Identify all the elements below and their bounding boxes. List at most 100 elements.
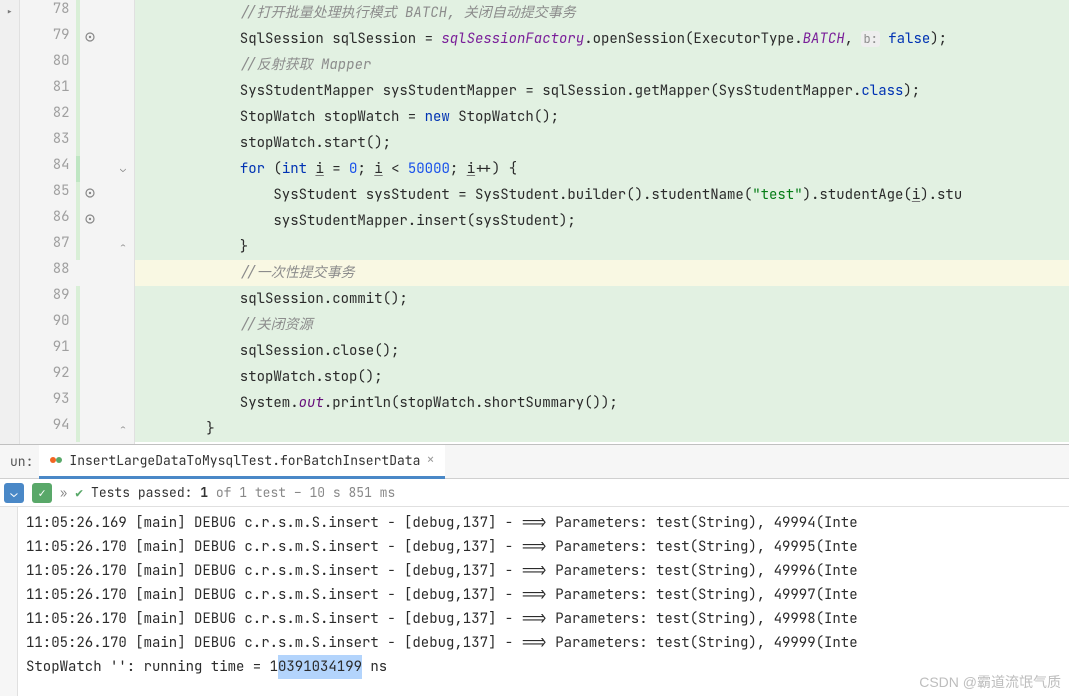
code-line[interactable]: stopWatch.stop();: [135, 364, 1069, 390]
code-line[interactable]: for (int i = 0; i < 50000; i++) {: [135, 156, 1069, 182]
code-line[interactable]: sqlSession.commit();: [135, 286, 1069, 312]
code-line[interactable]: StopWatch stopWatch = new StopWatch();: [135, 104, 1069, 130]
gutter-marks: [76, 338, 134, 364]
code-line[interactable]: }: [135, 416, 1069, 442]
gutter-line[interactable]: 91: [20, 338, 134, 364]
collapse-button[interactable]: ⌄: [4, 483, 24, 503]
code-line[interactable]: //打开批量处理执行模式 BATCH, 关闭自动提交事务: [135, 0, 1069, 26]
code-token: stopWatch.stop();: [139, 368, 383, 386]
line-number: 90: [20, 312, 76, 338]
console-output[interactable]: 11:05:26.169 [main] DEBUG c.r.s.m.S.inse…: [0, 507, 1069, 696]
run-label: un:: [4, 453, 39, 470]
console-text: StopWatch '': running time = 1: [26, 655, 278, 679]
run-tab[interactable]: InsertLargeDataToMysqlTest.forBatchInser…: [39, 445, 444, 479]
code-token: =: [324, 160, 349, 178]
gutter-line[interactable]: 85: [20, 182, 134, 208]
code-line[interactable]: System.out.println(stopWatch.shortSummar…: [135, 390, 1069, 416]
fold-open-icon[interactable]: ⌄: [120, 162, 132, 174]
gutter-marks: [76, 52, 134, 78]
gutter-gear-icon[interactable]: [84, 30, 96, 48]
close-icon[interactable]: ×: [426, 451, 434, 469]
console-line[interactable]: 11:05:26.170 [main] DEBUG c.r.s.m.S.inse…: [26, 631, 1069, 655]
code-token: [139, 160, 240, 178]
run-tab-bar: un: InsertLargeDataToMysqlTest.forBatchI…: [0, 445, 1069, 479]
gutter-line[interactable]: 80: [20, 52, 134, 78]
code-token: i: [467, 160, 475, 178]
line-number: 89: [20, 286, 76, 312]
gutter-line[interactable]: 84⌄: [20, 156, 134, 182]
code-token: );: [930, 30, 947, 48]
gutter-line[interactable]: 90: [20, 312, 134, 338]
code-line[interactable]: stopWatch.start();: [135, 130, 1069, 156]
code-token: BATCH: [803, 30, 845, 48]
code-body[interactable]: //打开批量处理执行模式 BATCH, 关闭自动提交事务 SqlSession …: [135, 0, 1069, 444]
expand-icon[interactable]: »: [60, 485, 67, 501]
test-config-icon: [49, 453, 63, 467]
code-token: [880, 30, 888, 48]
code-token: sqlSessionFactory: [441, 30, 584, 48]
gutter-gear-icon[interactable]: [84, 212, 96, 230]
code-token: );: [903, 82, 920, 100]
console-gutter: [0, 507, 18, 696]
gutter-line[interactable]: 87⌃: [20, 234, 134, 260]
console-line[interactable]: 11:05:26.170 [main] DEBUG c.r.s.m.S.inse…: [26, 535, 1069, 559]
line-number: 86: [20, 208, 76, 234]
line-number: 79: [20, 26, 76, 52]
code-token: i: [315, 160, 323, 178]
code-token: class: [861, 82, 903, 100]
line-number: 91: [20, 338, 76, 364]
code-token: }: [139, 238, 248, 256]
editor-gutter[interactable]: 78798081828384⌄858687⌃88899091929394⌃: [20, 0, 135, 444]
gutter-marks: ⌄: [76, 156, 134, 182]
code-token: 50000: [408, 160, 450, 178]
gutter-line[interactable]: 88: [20, 260, 134, 286]
code-token: SqlSession sqlSession =: [139, 30, 441, 48]
gutter-line[interactable]: 92: [20, 364, 134, 390]
code-token: new: [425, 108, 450, 126]
gutter-line[interactable]: 94⌃: [20, 416, 134, 442]
code-line[interactable]: }: [135, 234, 1069, 260]
code-line[interactable]: //一次性提交事务: [135, 260, 1069, 286]
code-token: stopWatch.start();: [139, 134, 391, 152]
code-token: SysStudent sysStudent = SysStudent.: [139, 186, 567, 204]
console-line[interactable]: 11:05:26.170 [main] DEBUG c.r.s.m.S.inse…: [26, 607, 1069, 631]
fold-close-icon[interactable]: ⌃: [120, 240, 132, 252]
console-line[interactable]: StopWatch '': running time = 10391034199…: [26, 655, 1069, 679]
gutter-line[interactable]: 79: [20, 26, 134, 52]
gutter-line[interactable]: 82: [20, 104, 134, 130]
fold-close-icon[interactable]: ⌃: [120, 422, 132, 434]
code-line[interactable]: //反射获取 Mapper: [135, 52, 1069, 78]
code-line[interactable]: sysStudentMapper.insert(sysStudent);: [135, 208, 1069, 234]
gutter-gear-icon[interactable]: [84, 186, 96, 204]
gutter-line[interactable]: 83: [20, 130, 134, 156]
tests-passed-button[interactable]: ✓: [32, 483, 52, 503]
code-token: System.: [139, 394, 299, 412]
code-token: ;: [450, 160, 467, 178]
gutter-line[interactable]: 78: [20, 0, 134, 26]
line-number: 93: [20, 390, 76, 416]
code-line[interactable]: //关闭资源: [135, 312, 1069, 338]
console-line[interactable]: 11:05:26.170 [main] DEBUG c.r.s.m.S.inse…: [26, 583, 1069, 607]
code-token: SysStudentMapper sysStudentMapper = sqlS…: [139, 82, 861, 100]
console-line[interactable]: 11:05:26.170 [main] DEBUG c.r.s.m.S.inse…: [26, 559, 1069, 583]
code-line[interactable]: SysStudent sysStudent = SysStudent.build…: [135, 182, 1069, 208]
gutter-line[interactable]: 89: [20, 286, 134, 312]
gutter-line[interactable]: 86: [20, 208, 134, 234]
code-token: i: [912, 186, 920, 204]
code-editor[interactable]: ▸ 78798081828384⌄858687⌃88899091929394⌃ …: [0, 0, 1069, 444]
code-token: sysStudentMapper.insert(sysStudent);: [139, 212, 576, 230]
code-token: <: [383, 160, 408, 178]
console-line[interactable]: 11:05:26.169 [main] DEBUG c.r.s.m.S.inse…: [26, 511, 1069, 535]
code-line[interactable]: SysStudentMapper sysStudentMapper = sqlS…: [135, 78, 1069, 104]
test-status-text: Tests passed: 1 of 1 test – 10 s 851 ms: [91, 484, 395, 501]
gutter-line[interactable]: 81: [20, 78, 134, 104]
code-token: false: [888, 30, 930, 48]
code-token: 反射获取 Mapper: [257, 56, 372, 74]
code-token: i: [374, 160, 382, 178]
code-token: int: [282, 160, 307, 178]
code-line[interactable]: SqlSession sqlSession = sqlSessionFactor…: [135, 26, 1069, 52]
code-token: //: [139, 264, 257, 282]
gutter-line[interactable]: 93: [20, 390, 134, 416]
gutter-marks: [76, 182, 134, 208]
code-line[interactable]: sqlSession.close();: [135, 338, 1069, 364]
